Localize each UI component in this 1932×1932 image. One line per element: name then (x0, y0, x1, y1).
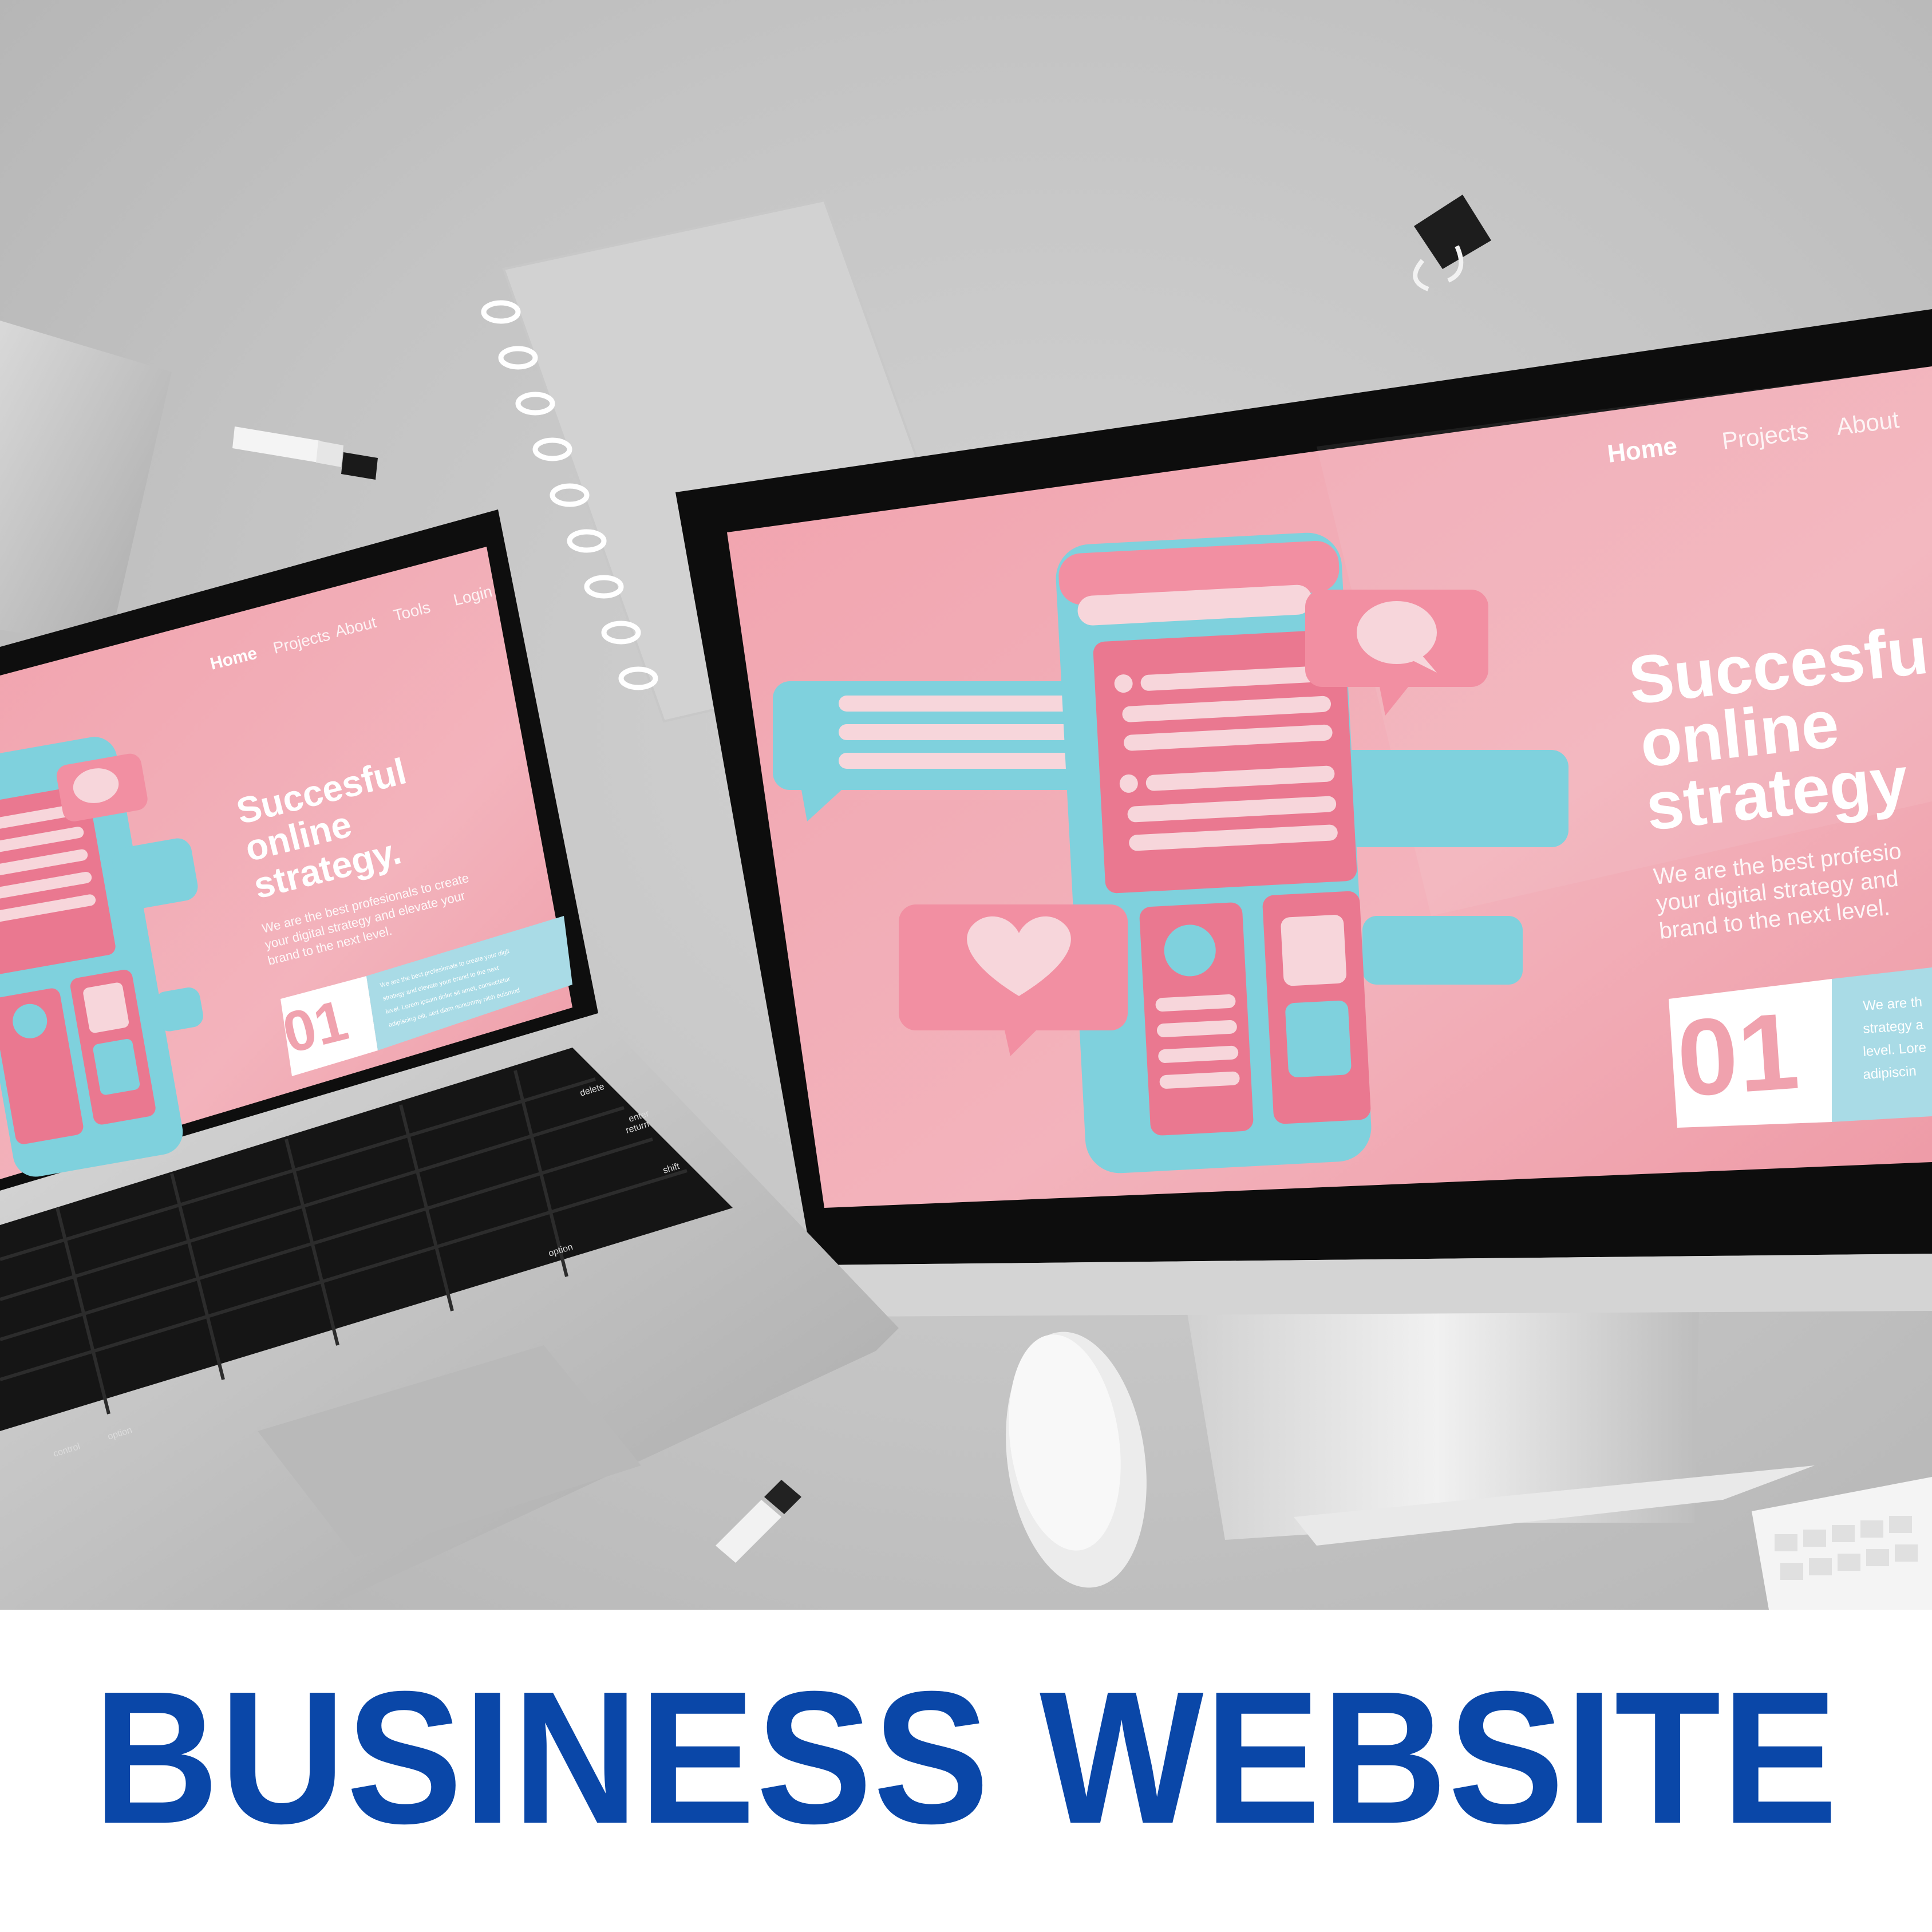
monitor-section-number: 01 (1673, 990, 1803, 1120)
binder-clip (1413, 195, 1491, 291)
computer-mouse (1006, 1332, 1147, 1588)
devices-illustration: Home Projects About Succesfu online stra… (0, 195, 1932, 1610)
usb-stick-bottom (716, 1480, 801, 1563)
usb-stick-top (232, 426, 378, 480)
keyboard-right (1752, 1477, 1932, 1610)
business-website-headline: BUSINESS WEBSITE (93, 1652, 1839, 1863)
tablet-corner (0, 321, 172, 647)
photo-scene: Home Projects About Succesfu online stra… (0, 0, 1932, 1610)
